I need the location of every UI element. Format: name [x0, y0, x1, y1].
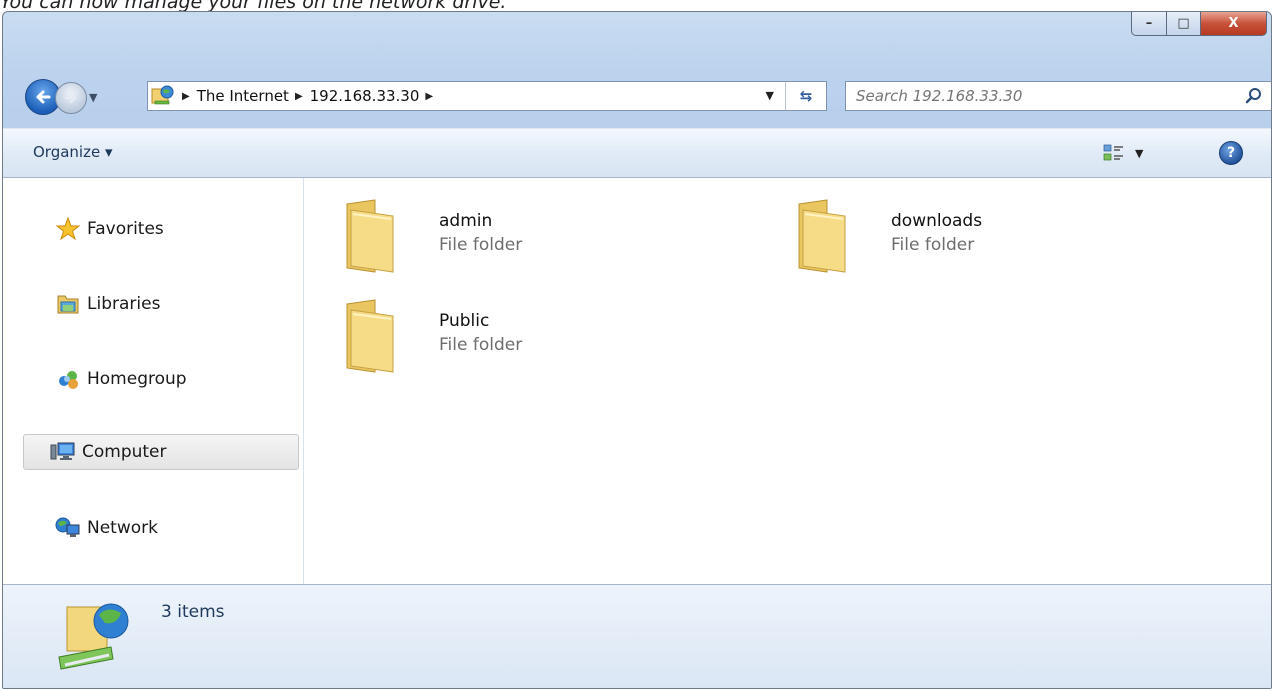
- network-icon: [55, 516, 81, 540]
- help-button[interactable]: ?: [1219, 141, 1243, 165]
- sidebar-item-label: Favorites: [87, 219, 164, 239]
- recent-pages-dropdown-icon[interactable]: ▼: [89, 91, 97, 104]
- forward-arrow-icon: [64, 92, 77, 104]
- close-button[interactable]: X: [1201, 12, 1267, 36]
- computer-icon: [50, 440, 76, 464]
- folder-name: admin: [439, 211, 493, 231]
- folder-type: File folder: [439, 335, 523, 355]
- folder-name: Public: [439, 311, 490, 331]
- content-area: Favorites Libraries Homegroup Computer N…: [3, 178, 1271, 584]
- page-caption: You can now manage your files on the net…: [0, 0, 507, 13]
- folder-item-downloads[interactable]: downloads File folder: [793, 196, 982, 276]
- folder-icon: [346, 199, 394, 273]
- sidebar-item-computer[interactable]: Computer: [23, 434, 299, 470]
- folder-icon: [798, 199, 846, 273]
- refresh-icon: ⇆: [799, 87, 813, 105]
- folder-item-admin[interactable]: admin File folder: [341, 196, 522, 276]
- search-icon[interactable]: [1245, 87, 1263, 105]
- folder-type: File folder: [891, 235, 975, 255]
- view-dropdown-icon: ▼: [1135, 146, 1144, 160]
- sidebar-item-label: Network: [87, 518, 158, 538]
- sidebar-item-label: Libraries: [87, 294, 161, 314]
- sidebar-item-favorites[interactable]: Favorites: [23, 211, 299, 247]
- navigation-pane: Favorites Libraries Homegroup Computer N…: [3, 178, 304, 584]
- folder-name: downloads: [891, 211, 983, 231]
- back-arrow-icon: [36, 90, 51, 104]
- window-controls: – □ X: [1131, 12, 1267, 36]
- breadcrumb-item-ip-address[interactable]: 192.168.33.30: [310, 87, 420, 105]
- maximize-button[interactable]: □: [1167, 12, 1201, 36]
- change-view-button[interactable]: ▼: [1103, 143, 1143, 163]
- minimize-button[interactable]: –: [1131, 12, 1167, 36]
- network-location-icon: [150, 84, 176, 108]
- breadcrumb-separator-icon[interactable]: ▶: [425, 91, 433, 102]
- command-bar: Organize ▾ ▼ ?: [3, 128, 1271, 178]
- sidebar-item-label: Computer: [82, 442, 167, 462]
- sidebar-item-network[interactable]: Network: [23, 510, 299, 546]
- folder-icon: [346, 299, 394, 373]
- sidebar-item-label: Homegroup: [87, 369, 187, 389]
- help-icon: ?: [1226, 145, 1236, 161]
- item-count: 3 items: [161, 602, 225, 622]
- forward-button[interactable]: [55, 82, 87, 114]
- folder-item-public[interactable]: Public File folder: [341, 296, 522, 376]
- folder-type: File folder: [439, 235, 523, 255]
- network-location-large-icon: [58, 603, 129, 670]
- search-box[interactable]: [845, 81, 1271, 111]
- refresh-button[interactable]: ⇆: [785, 82, 826, 110]
- view-options-icon: [1103, 144, 1123, 161]
- star-icon: [55, 217, 81, 241]
- breadcrumb-separator-icon[interactable]: ▶: [295, 91, 303, 102]
- sidebar-item-homegroup[interactable]: Homegroup: [23, 361, 299, 397]
- address-history-dropdown-icon[interactable]: ▼: [766, 89, 774, 102]
- homegroup-icon: [55, 367, 81, 391]
- explorer-window: – □ X ▼ ▶ The Internet ▶ 192.168.33.30 ▶…: [2, 11, 1272, 689]
- search-input[interactable]: [854, 86, 1218, 106]
- address-bar[interactable]: ▶ The Internet ▶ 192.168.33.30 ▶ ▼ ⇆: [147, 81, 827, 111]
- libraries-icon: [55, 292, 81, 316]
- organize-button[interactable]: Organize ▾: [33, 143, 113, 161]
- breadcrumb-item-the-internet[interactable]: The Internet: [197, 87, 289, 105]
- details-pane: 3 items: [3, 584, 1271, 688]
- sidebar-item-libraries[interactable]: Libraries: [23, 286, 299, 322]
- breadcrumb-separator-icon[interactable]: ▶: [182, 91, 190, 102]
